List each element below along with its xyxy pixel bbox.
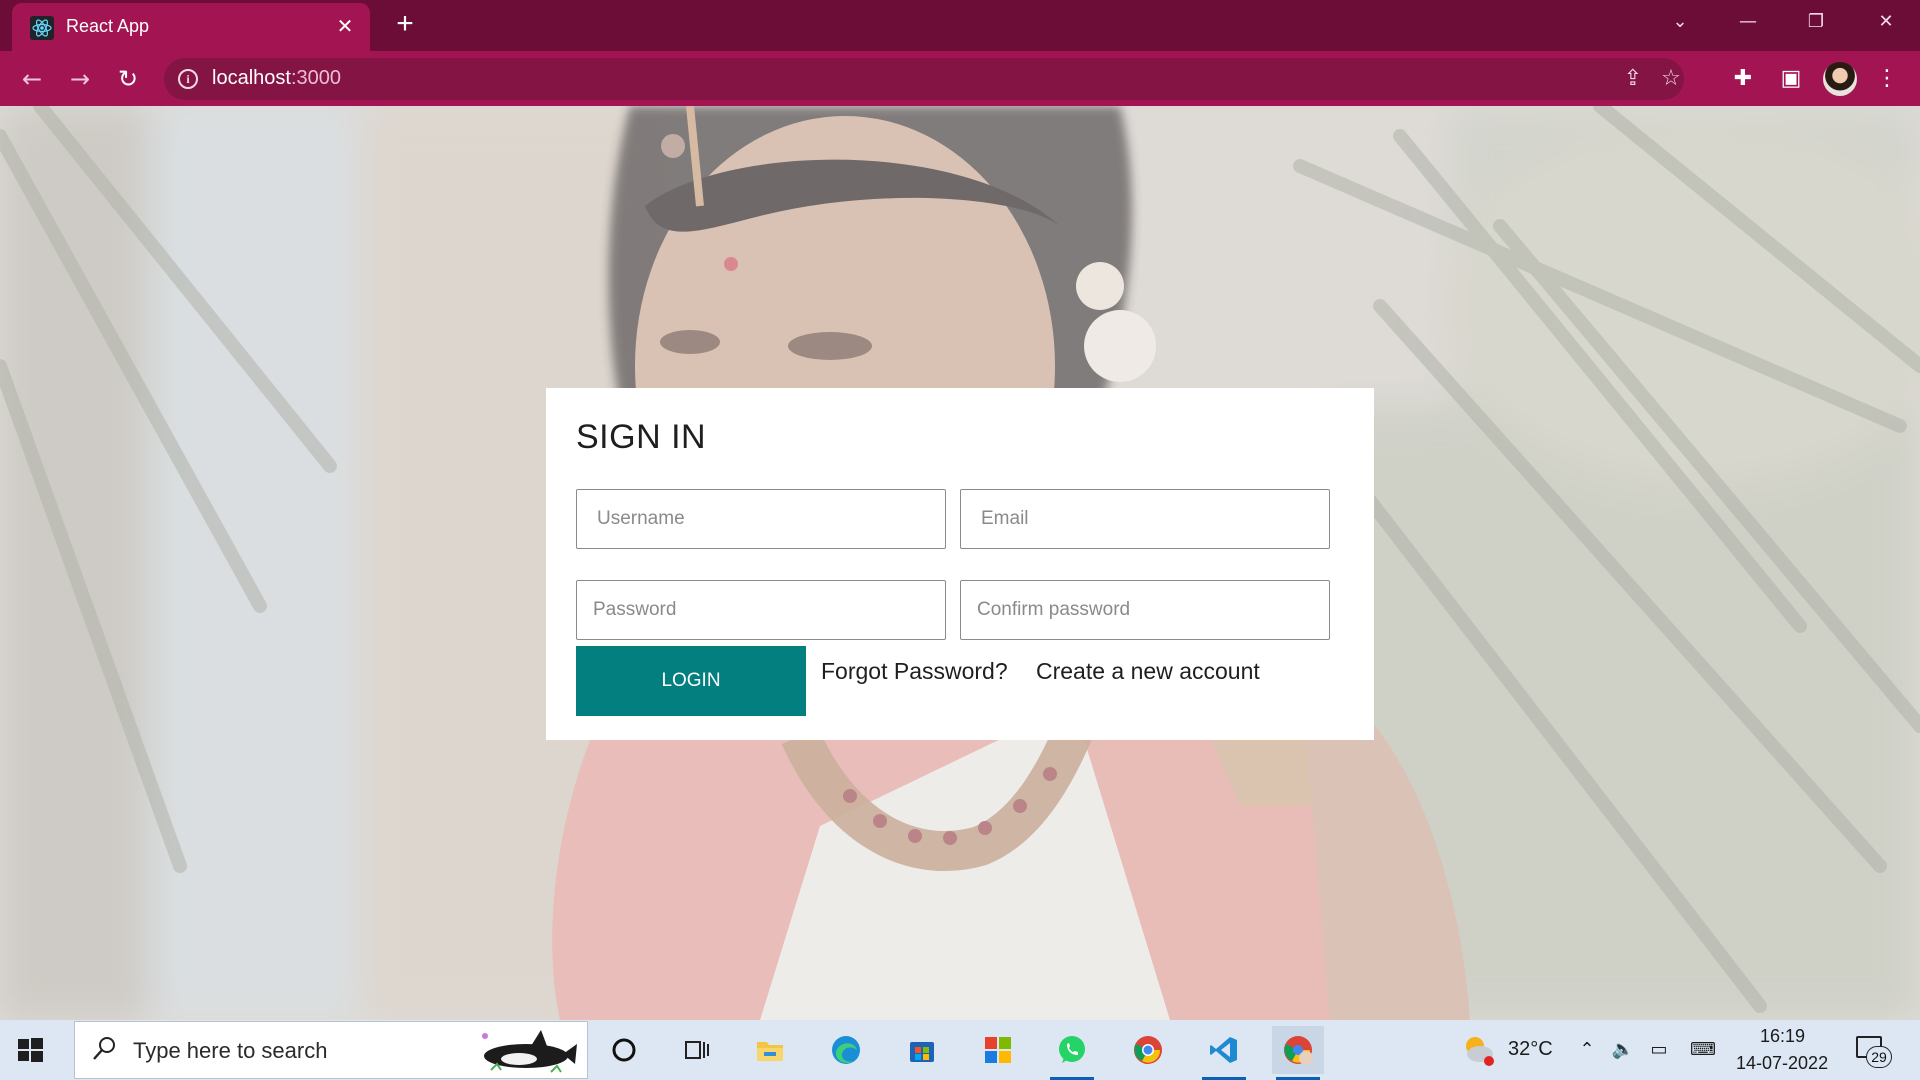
create-account-link[interactable]: Create a new account (1036, 658, 1260, 685)
site-info-icon[interactable]: i (178, 69, 198, 89)
clock-time[interactable]: 16:19 (1760, 1026, 1805, 1047)
profile-avatar[interactable] (1823, 62, 1857, 96)
restore-icon[interactable]: ❐ (1796, 8, 1836, 36)
menu-icon[interactable]: ⋮ (1872, 64, 1902, 94)
tab-search-icon[interactable]: ⌄ (1660, 8, 1700, 36)
volume-icon[interactable]: 🔈 (1610, 1038, 1636, 1062)
back-icon[interactable]: ← (16, 63, 48, 95)
clock-date[interactable]: 14-07-2022 (1736, 1053, 1828, 1074)
url-text[interactable]: localhost:3000 (212, 67, 341, 90)
weather-temperature[interactable]: 32°C (1508, 1038, 1553, 1061)
new-tab-icon[interactable]: + (390, 9, 420, 40)
login-button[interactable]: LOGIN (576, 646, 806, 716)
extensions-icon[interactable]: ✚ (1728, 64, 1758, 94)
store-icon[interactable] (896, 1026, 948, 1074)
windows-taskbar: Type here to search 32°C ⌃ 🔈 ▭ ⌨ 16:19 1… (0, 1020, 1920, 1080)
confirm-password-input[interactable] (960, 580, 1330, 640)
browser-toolbar: ← → ↻ i localhost:3000 ⇪ ☆ ✚ ▣ ⋮ (0, 51, 1920, 106)
cortana-icon[interactable] (598, 1026, 650, 1074)
close-window-icon[interactable]: ✕ (1866, 8, 1906, 36)
vscode-icon[interactable] (1198, 1026, 1250, 1080)
url-port: :3000 (290, 67, 341, 89)
browser-tab[interactable]: React App ✕ (12, 3, 370, 51)
taskbar-search-box[interactable]: Type here to search (74, 1021, 588, 1079)
forgot-password-link[interactable]: Forgot Password? (821, 658, 1008, 685)
minimize-icon[interactable]: — (1728, 8, 1768, 36)
close-tab-icon[interactable]: ✕ (332, 13, 358, 39)
tab-title: React App (66, 16, 150, 36)
page-viewport: SIGN IN LOGIN Forgot Password? Create a … (0, 106, 1920, 1020)
reload-icon[interactable]: ↻ (112, 63, 144, 95)
search-placeholder: Type here to search (133, 1038, 328, 1063)
share-icon[interactable]: ⇪ (1620, 66, 1646, 92)
windows-start-icon[interactable] (14, 1034, 46, 1066)
task-view-icon[interactable] (670, 1026, 722, 1074)
chevron-up-icon[interactable]: ⌃ (1574, 1038, 1600, 1062)
url-host: localhost (212, 67, 291, 89)
react-icon (30, 16, 54, 40)
password-input[interactable] (576, 580, 946, 640)
address-bar[interactable]: i localhost:3000 ⇪ ☆ (164, 58, 1684, 100)
sign-in-card: SIGN IN LOGIN Forgot Password? Create a … (546, 388, 1374, 740)
keyboard-icon[interactable]: ⌨ (1686, 1038, 1720, 1062)
search-highlight-orca-icon (482, 1030, 577, 1073)
notification-count-badge: 29 (1866, 1046, 1892, 1068)
chrome-profile-icon[interactable] (1272, 1026, 1324, 1080)
file-explorer-icon[interactable] (744, 1026, 796, 1074)
weather-icon[interactable] (1460, 1032, 1496, 1068)
battery-icon[interactable]: ▭ (1646, 1038, 1672, 1062)
side-panel-icon[interactable]: ▣ (1776, 64, 1806, 94)
forward-icon[interactable]: → (64, 63, 96, 95)
sign-in-title: SIGN IN (576, 418, 707, 456)
chrome-icon[interactable] (1122, 1026, 1174, 1074)
search-icon (93, 1037, 115, 1060)
office-icon[interactable] (972, 1026, 1024, 1074)
email-input[interactable] (960, 489, 1330, 549)
tab-strip: React App ✕ + ⌄ — ❐ ✕ (0, 0, 1920, 51)
bookmark-star-icon[interactable]: ☆ (1658, 66, 1684, 92)
edge-icon[interactable] (820, 1026, 872, 1074)
username-input[interactable] (576, 489, 946, 549)
notifications-icon[interactable]: 29 (1856, 1036, 1892, 1068)
whatsapp-icon[interactable] (1046, 1026, 1098, 1080)
